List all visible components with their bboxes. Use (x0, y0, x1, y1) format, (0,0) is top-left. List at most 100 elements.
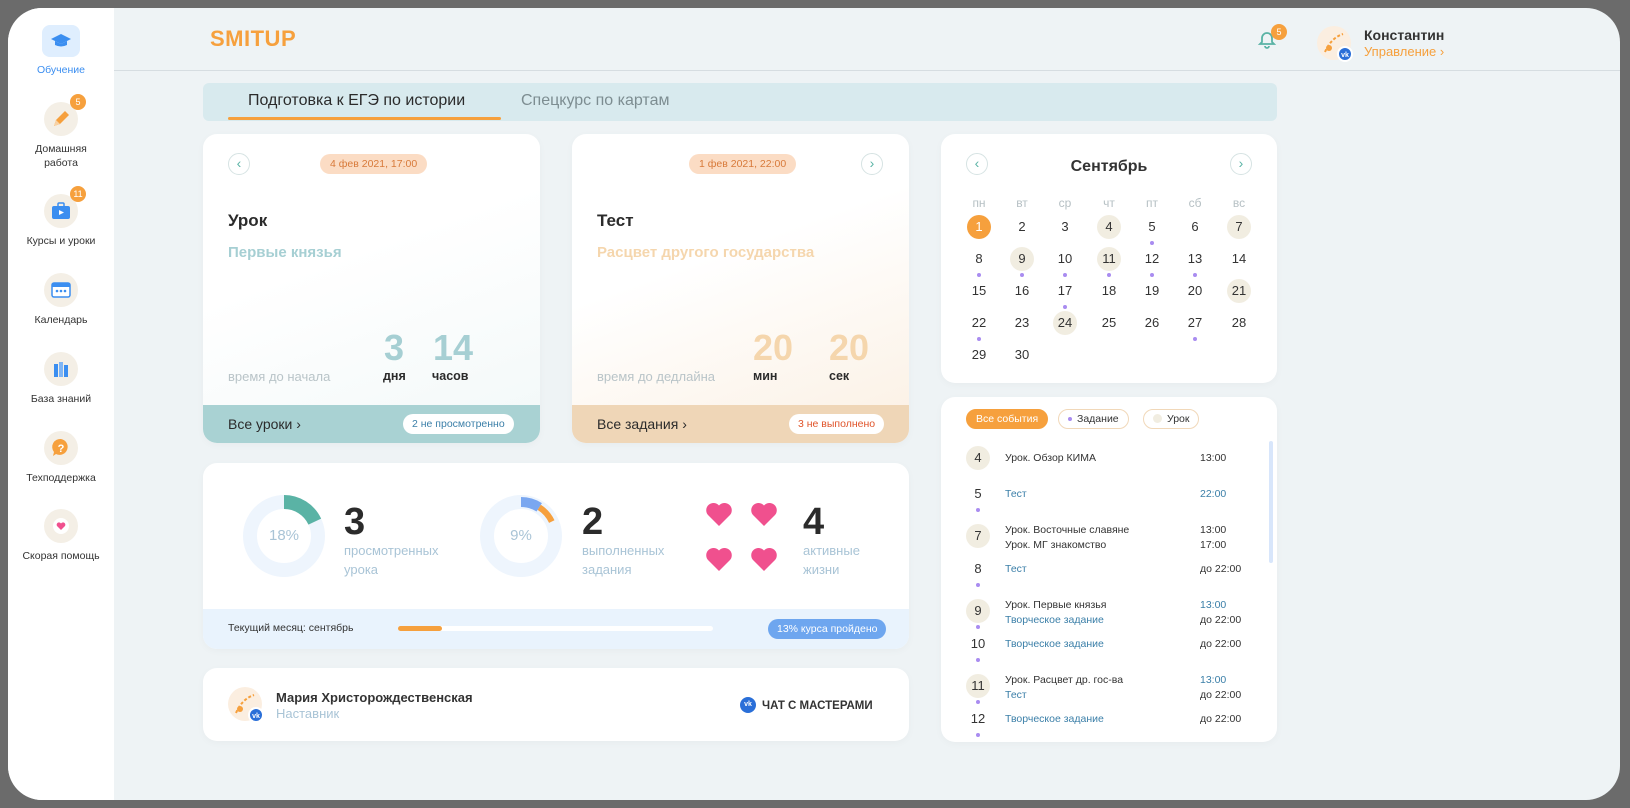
test-name[interactable]: Расцвет другого государства (597, 244, 814, 261)
event-dot (1020, 273, 1024, 277)
sidebar-item-label: Скорая помощь (22, 550, 100, 562)
sidebar-item-learning[interactable]: Обучение (8, 25, 114, 77)
calendar-day[interactable]: 8 (967, 247, 991, 271)
calendar-day[interactable]: 6 (1183, 215, 1207, 239)
sidebar-item-emergency[interactable]: Скорая помощь (8, 509, 114, 563)
event-dot (977, 337, 981, 341)
events-card: Все события Задание Урок 4 Урок. Обзор КИ… (941, 397, 1277, 742)
homework-badge: 5 (70, 94, 86, 110)
calendar-day[interactable]: 12 (1140, 247, 1164, 271)
lessons-label-1: просмотренных (344, 543, 439, 558)
calendar-day[interactable]: 20 (1183, 279, 1207, 303)
heart-icon (44, 509, 78, 543)
prev-lesson-button[interactable]: ‹ (228, 153, 250, 175)
app-window: Обучение 5 Домашняя работа 11 Курсы и уро… (8, 8, 1620, 800)
chat-with-masters-button[interactable]: vk ЧАТ С МАСТЕРАМИ (740, 697, 873, 714)
calendar-day[interactable]: 11 (1097, 247, 1121, 271)
video-case-icon: 11 (44, 186, 86, 228)
test-card-footer: Все задания › 3 не выполнено (572, 405, 909, 443)
mentor-name: Мария Христорождественская (276, 690, 473, 705)
lessons-percent: 18% (268, 527, 300, 544)
seconds-unit: сек (829, 369, 850, 383)
calendar-day[interactable]: 27 (1183, 311, 1207, 335)
calendar-day[interactable]: 4 (1097, 215, 1121, 239)
month-progress-fill (398, 626, 443, 631)
notifications-button[interactable]: 5 (1257, 24, 1287, 54)
lesson-name[interactable]: Первые князья (228, 244, 342, 261)
calendar-day[interactable]: 10 (1053, 247, 1077, 271)
calendar-day[interactable]: 1 (967, 215, 991, 239)
logo[interactable]: SMITUP (210, 26, 296, 52)
event-time: до 22:00 (1200, 614, 1242, 626)
event-day: 8 (974, 561, 982, 576)
calendar-day[interactable]: 25 (1097, 311, 1121, 335)
calendar-day[interactable]: 30 (1010, 343, 1034, 367)
calendar-day[interactable]: 16 (1010, 279, 1034, 303)
calendar-day[interactable]: 2 (1010, 215, 1034, 239)
calendar-day[interactable]: 13 (1183, 247, 1207, 271)
course-tabs: Подготовка к ЕГЭ по истории Спецкурс по … (203, 83, 1277, 121)
event-dot (976, 625, 980, 629)
calendar-day[interactable]: 22 (967, 311, 991, 335)
calendar-icon (44, 273, 78, 307)
event-title: Творческое задание (1005, 614, 1104, 626)
sidebar-item-label: Обучение (36, 64, 85, 76)
event-title: Урок. Первые князья (1005, 599, 1107, 611)
calendar-day[interactable]: 28 (1227, 311, 1251, 335)
next-month-button[interactable]: › (1230, 153, 1252, 175)
filter-tasks[interactable]: Задание (1058, 409, 1129, 429)
sidebar-item-homework[interactable]: 5 Домашняя работа (8, 94, 114, 170)
calendar-day[interactable]: 26 (1140, 311, 1164, 335)
heart-icon (706, 547, 732, 571)
calendar-day[interactable]: 18 (1097, 279, 1121, 303)
manage-link[interactable]: Управление › (1364, 44, 1444, 59)
calendar-day[interactable]: 29 (967, 343, 991, 367)
sidebar: Обучение 5 Домашняя работа 11 Курсы и уро… (8, 8, 114, 800)
tab-history-exam[interactable]: Подготовка к ЕГЭ по истории (248, 92, 465, 110)
calendar-day[interactable]: 5 (1140, 215, 1164, 239)
sidebar-item-knowledge-base[interactable]: База знаний (8, 352, 114, 406)
calendar-day[interactable]: 15 (967, 279, 991, 303)
event-time: до 22:00 (1200, 563, 1242, 575)
event-dot (1063, 273, 1067, 277)
mentor-card: vk Мария Христорождественская Наставник … (203, 668, 909, 741)
calendar-day[interactable]: 3 (1053, 215, 1077, 239)
unwatched-badge[interactable]: 2 не просмотренно (403, 414, 514, 434)
next-test-button[interactable]: › (861, 153, 883, 175)
calendar-day[interactable]: 19 (1140, 279, 1164, 303)
avatar[interactable]: vk (1317, 26, 1353, 62)
weekday-label: чт (1103, 196, 1115, 210)
tab-maps-course[interactable]: Спецкурс по картам (521, 92, 669, 110)
courses-badge: 11 (70, 186, 86, 202)
event-time: до 22:00 (1200, 713, 1242, 725)
event-day: 11 (966, 674, 990, 698)
all-tasks-link[interactable]: Все задания › (597, 416, 687, 432)
events-scrollbar[interactable] (1269, 441, 1273, 563)
not-done-badge[interactable]: 3 не выполнено (789, 414, 885, 434)
event-day: 9 (966, 599, 990, 623)
calendar-day[interactable]: 7 (1227, 215, 1251, 239)
event-title: Урок. Обзор КИМА (1005, 452, 1096, 464)
lesson-title: Урок (228, 211, 268, 230)
sidebar-item-courses[interactable]: 11 Курсы и уроки (8, 186, 114, 248)
event-dot (976, 583, 980, 587)
calendar-day[interactable]: 23 (1010, 311, 1034, 335)
calendar-day[interactable]: 14 (1227, 247, 1251, 271)
weekday-label: вт (1016, 196, 1028, 210)
calendar-day[interactable]: 9 (1010, 247, 1034, 271)
event-time: 13:00 (1200, 524, 1227, 536)
sidebar-item-calendar[interactable]: Календарь (8, 273, 114, 327)
calendar-day[interactable]: 24 (1053, 311, 1077, 335)
filter-lessons[interactable]: Урок (1143, 409, 1200, 429)
filter-tasks-label: Задание (1077, 413, 1119, 425)
calendar-day[interactable]: 17 (1053, 279, 1077, 303)
event-time: до 22:00 (1200, 689, 1242, 701)
tasks-percent: 9% (510, 527, 532, 544)
filter-all-events[interactable]: Все события (966, 409, 1049, 429)
event-time: до 22:00 (1200, 638, 1242, 650)
mentor-avatar[interactable]: vk (228, 687, 264, 723)
sidebar-item-support[interactable]: ? Техподдержка (8, 431, 114, 485)
all-lessons-link[interactable]: Все уроки › (228, 416, 301, 432)
calendar-day[interactable]: 21 (1227, 279, 1251, 303)
tasks-label-2: задания (582, 562, 632, 577)
